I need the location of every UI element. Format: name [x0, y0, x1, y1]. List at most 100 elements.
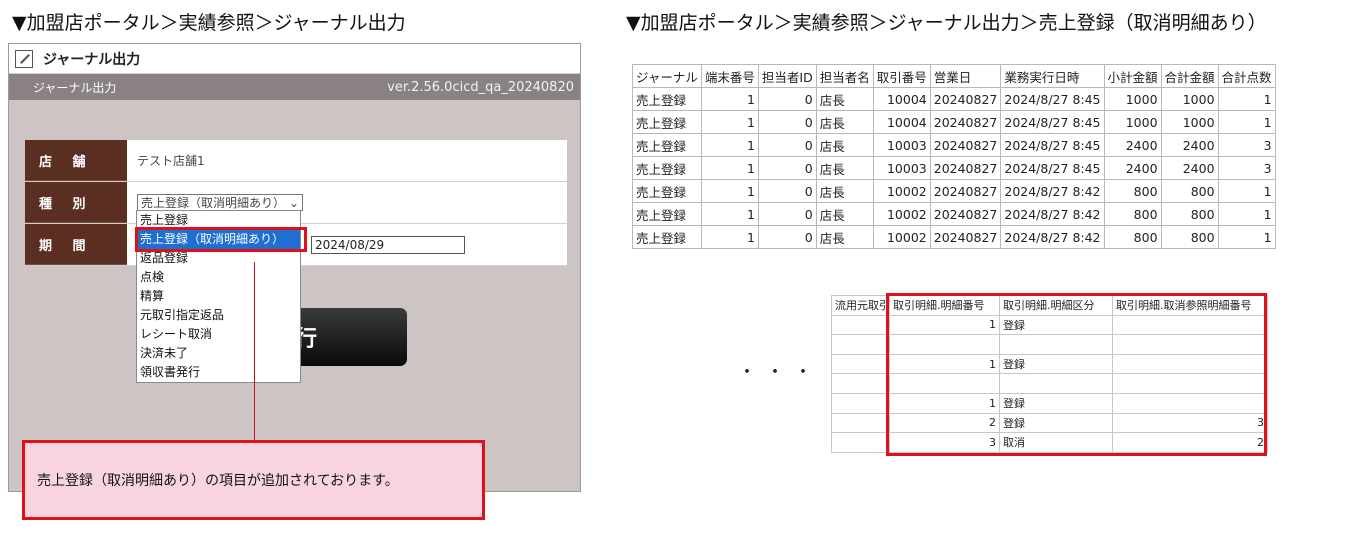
journal-cell: 10002	[872, 202, 931, 226]
journal-cell: 1	[1217, 110, 1276, 134]
journal-row: 売上登録 1 0 店長 10002 20240827 2024/8/27 8:42 800 80…	[632, 179, 1276, 203]
journal-cell: 10003	[872, 156, 931, 180]
detail-cell	[1112, 392, 1268, 414]
detail-cell	[999, 373, 1113, 394]
journal-cell: 売上登録	[632, 156, 702, 180]
store-value: テスト店舗1	[137, 154, 205, 168]
chevron-down-icon: ⌄	[288, 195, 299, 210]
journal-cell: 売上登録	[632, 202, 702, 226]
journal-cell: 1	[1217, 225, 1276, 249]
dropdown-option[interactable]: レシート取消	[137, 325, 300, 344]
app-header: ジャーナル出力	[9, 44, 580, 74]
detail-table: 流用元取引 取引明細.明細番号 取引明細.明細区分 取引明細.取消参照明細番号 …	[831, 295, 1268, 453]
detail-cell	[1112, 353, 1268, 375]
journal-cell: 2024/8/27 8:42	[1000, 202, 1105, 226]
journal-cell: 売上登録	[632, 110, 702, 134]
journal-cell: 2024/8/27 8:45	[1000, 110, 1105, 134]
journal-cell: 800	[1160, 179, 1219, 203]
type-dropdown-list: 売上登録 売上登録（取消明細あり） 返品登録 点検 精算 元取引指定返品 レシー…	[136, 210, 301, 383]
journal-row: 売上登録 1 0 店長 10004 20240827 2024/8/27 8:45 1000 1…	[632, 110, 1276, 134]
journal-col-header: 合計点数	[1217, 64, 1276, 88]
journal-cell: 10002	[872, 179, 931, 203]
journal-cell: 3	[1217, 156, 1276, 180]
type-select-value: 売上登録（取消明細あり）	[141, 196, 286, 210]
execute-button[interactable]: 行	[289, 308, 407, 366]
journal-cell: 2024/8/27 8:45	[1000, 87, 1105, 111]
journal-cell: 20240827	[929, 133, 1002, 157]
journal-cell: 20240827	[929, 202, 1002, 226]
detail-cell	[889, 334, 1000, 355]
journal-cell: 0	[757, 202, 817, 226]
journal-cell: 1000	[1103, 87, 1162, 111]
journal-col-header: 合計金額	[1160, 64, 1219, 88]
breadcrumb-right: ▼加盟店ポータル＞実績参照＞ジャーナル出力＞売上登録（取消明細あり）	[626, 12, 1267, 34]
journal-cell: 10004	[872, 87, 931, 111]
journal-header-row: ジャーナル 端末番号 担当者ID 担当者名 取引番号 営業日 業務実行日時 小計…	[632, 64, 1276, 88]
journal-col-header: 小計金額	[1103, 64, 1162, 88]
dropdown-option[interactable]: 元取引指定返品	[137, 306, 300, 325]
period-to-input[interactable]: 2024/08/29	[311, 236, 465, 254]
journal-cell: 20240827	[929, 87, 1002, 111]
journal-cell: 1	[700, 225, 759, 249]
subbar-label: ジャーナル出力	[33, 80, 117, 95]
journal-cell: 800	[1160, 202, 1219, 226]
detail-cell	[1112, 334, 1268, 355]
journal-col-header: 担当者ID	[757, 64, 817, 88]
journal-cell: 売上登録	[632, 225, 702, 249]
journal-table: ジャーナル 端末番号 担当者ID 担当者名 取引番号 営業日 業務実行日時 小計…	[632, 64, 1276, 249]
detail-cell	[831, 314, 890, 336]
dropdown-option[interactable]: 精算	[137, 287, 300, 306]
version-label: ver.2.56.0cicd_qa_20240820	[387, 79, 574, 95]
detail-row: 3 取消 2	[831, 432, 1268, 453]
detail-col-header: 流用元取引	[831, 295, 890, 316]
detail-cell: 登録	[999, 412, 1113, 434]
detail-row: 1 登録	[831, 353, 1268, 375]
journal-cell: 店長	[815, 156, 874, 180]
journal-cell: 0	[757, 179, 817, 203]
journal-cell: 0	[757, 156, 817, 180]
detail-cell	[889, 373, 1000, 394]
detail-row	[831, 334, 1268, 355]
detail-cell	[831, 373, 890, 394]
detail-cell: 登録	[999, 353, 1113, 375]
detail-col-header: 取引明細.明細番号	[889, 295, 1000, 316]
journal-cell: 20240827	[929, 110, 1002, 134]
journal-cell: 2400	[1160, 156, 1219, 180]
journal-cell: 1000	[1103, 110, 1162, 134]
detail-row: 2 登録 3	[831, 412, 1268, 434]
journal-cell: 2400	[1103, 156, 1162, 180]
dropdown-option[interactable]: 決済未了	[137, 344, 300, 363]
dropdown-option[interactable]: 返品登録	[137, 249, 300, 268]
detail-row	[831, 373, 1268, 394]
dropdown-option[interactable]: 売上登録	[137, 211, 300, 230]
type-select[interactable]: 売上登録（取消明細あり） ⌄	[137, 194, 303, 211]
dropdown-option[interactable]: 点検	[137, 268, 300, 287]
journal-cell: 1	[1217, 202, 1276, 226]
journal-cell: 0	[757, 110, 817, 134]
journal-cell: 20240827	[929, 179, 1002, 203]
detail-cell: 1	[889, 392, 1000, 414]
journal-cell: 店長	[815, 202, 874, 226]
journal-cell: 800	[1103, 202, 1162, 226]
journal-cell: 売上登録	[632, 179, 702, 203]
journal-col-header: ジャーナル	[632, 64, 702, 88]
journal-cell: 20240827	[929, 225, 1002, 249]
journal-cell: 1	[700, 87, 759, 111]
journal-cell: 2024/8/27 8:45	[1000, 156, 1105, 180]
journal-cell: 0	[757, 133, 817, 157]
detail-cell	[831, 432, 890, 453]
journal-cell: 0	[757, 225, 817, 249]
journal-cell: 1	[700, 156, 759, 180]
detail-cell: 取消	[999, 432, 1113, 453]
edit-icon	[15, 49, 33, 68]
journal-cell: 20240827	[929, 156, 1002, 180]
dropdown-option-selected[interactable]: 売上登録（取消明細あり）	[137, 230, 300, 249]
dropdown-option[interactable]: 領収書発行	[137, 363, 300, 382]
journal-table-body: 売上登録 1 0 店長 10004 20240827 2024/8/27 8:45 1000 1…	[632, 87, 1276, 249]
journal-cell: 店長	[815, 87, 874, 111]
detail-col-header: 取引明細.取消参照明細番号	[1112, 295, 1268, 316]
detail-cell	[831, 353, 890, 375]
journal-cell: 0	[757, 87, 817, 111]
journal-cell: 2400	[1103, 133, 1162, 157]
journal-cell: 10002	[872, 225, 931, 249]
